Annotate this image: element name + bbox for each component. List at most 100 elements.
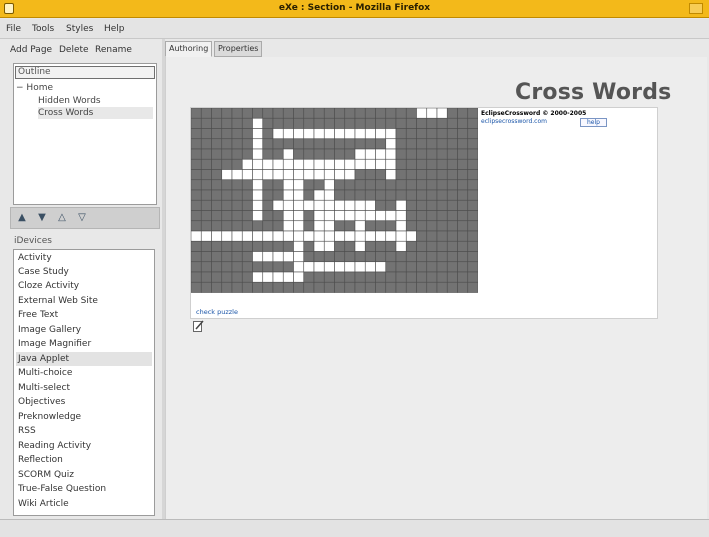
crossword-cell[interactable] <box>200 271 212 283</box>
crossword-cell[interactable] <box>221 158 233 170</box>
crossword-cell[interactable] <box>293 179 305 191</box>
crossword-cell[interactable] <box>395 230 407 242</box>
crossword-cell[interactable] <box>211 108 223 119</box>
crossword-cell[interactable] <box>241 210 253 222</box>
outline-item-hidden-words[interactable]: Hidden Words <box>38 95 153 107</box>
crossword-cell[interactable] <box>221 251 233 263</box>
crossword-cell[interactable] <box>231 230 243 242</box>
crossword-cell[interactable] <box>303 281 315 293</box>
crossword-cell[interactable] <box>354 128 366 140</box>
crossword-cell[interactable] <box>231 199 243 211</box>
crossword-cell[interactable] <box>375 230 387 242</box>
crossword-cell[interactable] <box>282 199 294 211</box>
crossword-cell[interactable] <box>231 251 243 263</box>
crossword-cell[interactable] <box>252 240 264 252</box>
crossword-cell[interactable] <box>282 138 294 150</box>
crossword-cell[interactable] <box>293 158 305 170</box>
crossword-cell[interactable] <box>426 220 438 232</box>
crossword-cell[interactable] <box>354 281 366 293</box>
crossword-cell[interactable] <box>385 108 397 119</box>
crossword-cell[interactable] <box>446 251 458 263</box>
crossword-cell[interactable] <box>241 138 253 150</box>
crossword-cell[interactable] <box>334 220 346 232</box>
crossword-cell[interactable] <box>457 169 469 181</box>
crossword-cell[interactable] <box>323 189 335 201</box>
crossword-cell[interactable] <box>354 230 366 242</box>
crossword-cell[interactable] <box>200 189 212 201</box>
crossword-cell[interactable] <box>375 117 387 129</box>
crossword-cell[interactable] <box>200 128 212 140</box>
crossword-cell[interactable] <box>323 271 335 283</box>
crossword-cell[interactable] <box>405 251 417 263</box>
crossword-cell[interactable] <box>282 281 294 293</box>
crossword-cell[interactable] <box>323 179 335 191</box>
menu-help[interactable]: Help <box>104 24 125 34</box>
crossword-cell[interactable] <box>231 281 243 293</box>
crossword-cell[interactable] <box>354 240 366 252</box>
crossword-cell[interactable] <box>282 271 294 283</box>
crossword-cell[interactable] <box>303 179 315 191</box>
crossword-cell[interactable] <box>191 271 202 283</box>
idevice-cloze-activity[interactable]: Cloze Activity <box>16 279 152 293</box>
crossword-cell[interactable] <box>241 240 253 252</box>
crossword-cell[interactable] <box>416 169 428 181</box>
crossword-cell[interactable] <box>385 148 397 160</box>
crossword-cell[interactable] <box>416 261 428 273</box>
crossword-cell[interactable] <box>457 189 469 201</box>
crossword-cell[interactable] <box>323 230 335 242</box>
crossword-cell[interactable] <box>344 220 356 232</box>
crossword-cell[interactable] <box>405 261 417 273</box>
crossword-cell[interactable] <box>293 281 305 293</box>
crossword-cell[interactable] <box>313 251 325 263</box>
idevice-objectives[interactable]: Objectives <box>16 395 152 409</box>
crossword-cell[interactable] <box>313 261 325 273</box>
crossword-cell[interactable] <box>354 108 366 119</box>
crossword-cell[interactable] <box>303 240 315 252</box>
crossword-cell[interactable] <box>282 148 294 160</box>
crossword-cell[interactable] <box>252 261 264 273</box>
crossword-cell[interactable] <box>241 220 253 232</box>
crossword-cell[interactable] <box>262 169 274 181</box>
crossword-cell[interactable] <box>395 251 407 263</box>
crossword-cell[interactable] <box>416 230 428 242</box>
crossword-cell[interactable] <box>282 108 294 119</box>
crossword-cell[interactable] <box>272 251 284 263</box>
crossword-cell[interactable] <box>405 128 417 140</box>
crossword-cell[interactable] <box>405 199 417 211</box>
crossword-cell[interactable] <box>293 138 305 150</box>
crossword-cell[interactable] <box>457 128 469 140</box>
crossword-cell[interactable] <box>334 169 346 181</box>
crossword-cell[interactable] <box>364 261 376 273</box>
crossword-cell[interactable] <box>405 230 417 242</box>
crossword-cell[interactable] <box>231 138 243 150</box>
crossword-cell[interactable] <box>211 230 223 242</box>
crossword-cell[interactable] <box>323 261 335 273</box>
crossword-cell[interactable] <box>405 220 417 232</box>
crossword-cell[interactable] <box>231 220 243 232</box>
crossword-cell[interactable] <box>436 158 448 170</box>
crossword-cell[interactable] <box>375 108 387 119</box>
crossword-cell[interactable] <box>313 199 325 211</box>
crossword-cell[interactable] <box>426 117 438 129</box>
crossword-cell[interactable] <box>252 108 264 119</box>
crossword-cell[interactable] <box>375 128 387 140</box>
crossword-cell[interactable] <box>436 138 448 150</box>
idevice-rss[interactable]: RSS <box>16 424 152 438</box>
crossword-cell[interactable] <box>323 281 335 293</box>
crossword-cell[interactable] <box>191 230 202 242</box>
crossword-cell[interactable] <box>303 220 315 232</box>
crossword-cell[interactable] <box>191 117 202 129</box>
crossword-cell[interactable] <box>221 240 233 252</box>
crossword-cell[interactable] <box>334 128 346 140</box>
crossword-cell[interactable] <box>323 240 335 252</box>
crossword-cell[interactable] <box>416 251 428 263</box>
crossword-cell[interactable] <box>241 189 253 201</box>
crossword-cell[interactable] <box>344 230 356 242</box>
crossword-cell[interactable] <box>262 210 274 222</box>
crossword-cell[interactable] <box>313 148 325 160</box>
crossword-cell[interactable] <box>272 169 284 181</box>
crossword-cell[interactable] <box>385 251 397 263</box>
crossword-cell[interactable] <box>446 158 458 170</box>
crossword-cell[interactable] <box>200 281 212 293</box>
crossword-cell[interactable] <box>323 169 335 181</box>
